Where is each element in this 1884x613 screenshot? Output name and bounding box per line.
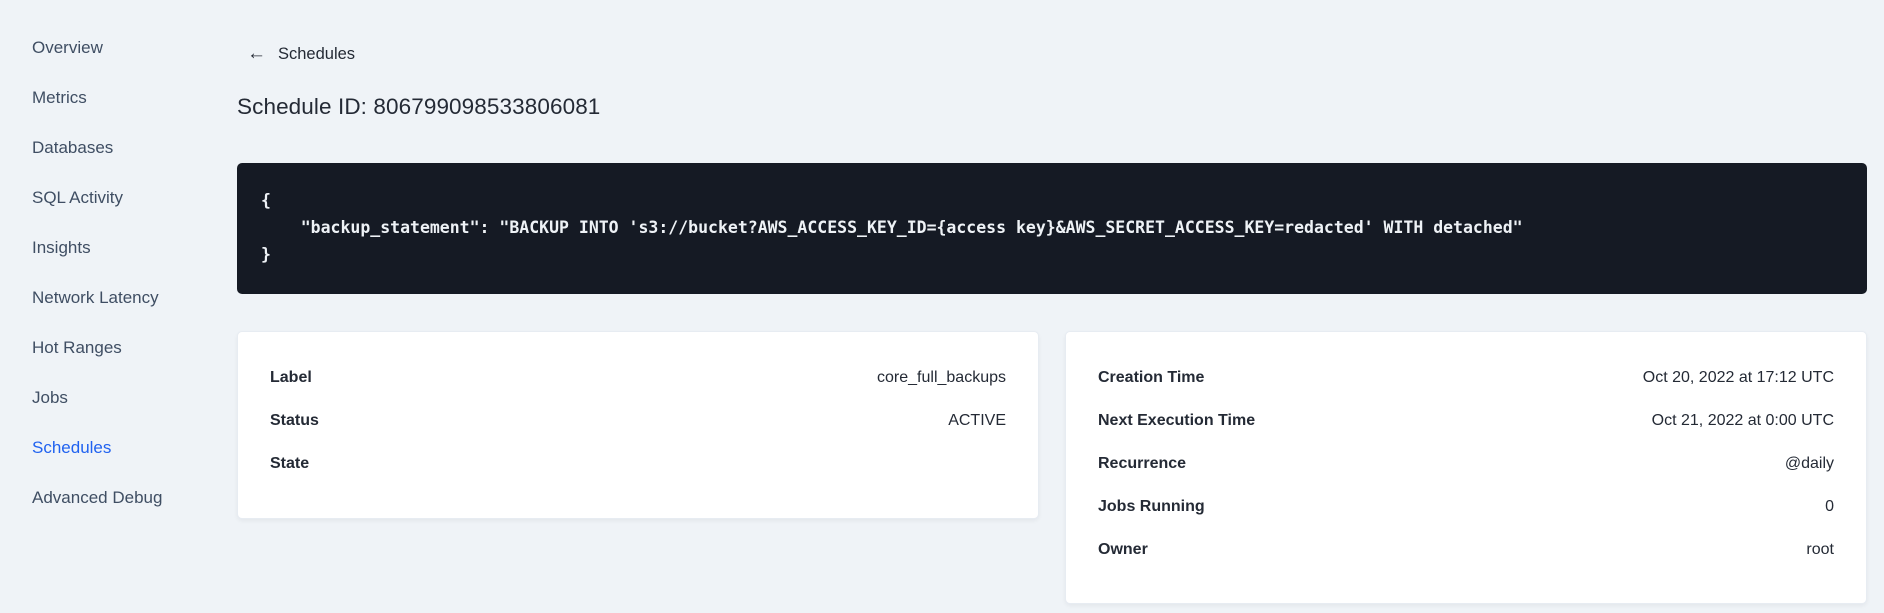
- label-value: core_full_backups: [877, 368, 1006, 386]
- sidebar-item-metrics[interactable]: Metrics: [0, 73, 210, 123]
- table-row: Jobs Running 0: [1098, 485, 1834, 528]
- schedule-definition-code-block: { "backup_statement": "BACKUP INTO 's3:/…: [237, 163, 1867, 294]
- sidebar-item-overview[interactable]: Overview: [0, 23, 210, 73]
- status-key: Status: [270, 411, 319, 429]
- owner-key: Owner: [1098, 540, 1148, 558]
- creation-time-key: Creation Time: [1098, 368, 1205, 386]
- table-row: Recurrence @daily: [1098, 442, 1834, 485]
- label-key: Label: [270, 368, 312, 386]
- next-execution-time-value: Oct 21, 2022 at 0:00 UTC: [1651, 411, 1834, 429]
- back-arrow-icon: ←: [247, 43, 266, 64]
- schedule-details-card: Label core_full_backups Status ACTIVE St…: [237, 331, 1039, 519]
- sidebar-item-databases[interactable]: Databases: [0, 123, 210, 173]
- sidebar-item-sql-activity[interactable]: SQL Activity: [0, 173, 210, 223]
- schedule-detail-page: ← Schedules Schedule ID: 806799098533806…: [237, 0, 1867, 604]
- back-to-schedules-button[interactable]: ← Schedules: [237, 43, 355, 65]
- jobs-running-value: 0: [1825, 497, 1834, 515]
- sidebar-item-network-latency[interactable]: Network Latency: [0, 273, 210, 323]
- sidebar-item-jobs[interactable]: Jobs: [0, 373, 210, 423]
- sidebar-item-advanced-debug[interactable]: Advanced Debug: [0, 473, 210, 523]
- sidebar: Overview Metrics Databases SQL Activity …: [0, 0, 210, 613]
- table-row: State: [270, 442, 1006, 485]
- table-row: Next Execution Time Oct 21, 2022 at 0:00…: [1098, 399, 1834, 442]
- recurrence-key: Recurrence: [1098, 454, 1187, 472]
- detail-cards-row: Label core_full_backups Status ACTIVE St…: [237, 331, 1867, 604]
- schedule-execution-card: Creation Time Oct 20, 2022 at 17:12 UTC …: [1065, 331, 1867, 604]
- jobs-running-key: Jobs Running: [1098, 497, 1205, 515]
- table-row: Owner root: [1098, 528, 1834, 571]
- sidebar-item-insights[interactable]: Insights: [0, 223, 210, 273]
- table-row: Label core_full_backups: [270, 356, 1006, 399]
- page-title: Schedule ID: 806799098533806081: [237, 94, 601, 119]
- status-value: ACTIVE: [948, 411, 1006, 429]
- next-execution-time-key: Next Execution Time: [1098, 411, 1256, 429]
- sidebar-item-hot-ranges[interactable]: Hot Ranges: [0, 323, 210, 373]
- owner-value: root: [1806, 540, 1834, 558]
- recurrence-value: @daily: [1784, 454, 1834, 472]
- creation-time-value: Oct 20, 2022 at 17:12 UTC: [1642, 368, 1834, 386]
- table-row: Creation Time Oct 20, 2022 at 17:12 UTC: [1098, 356, 1834, 399]
- table-row: Status ACTIVE: [270, 399, 1006, 442]
- backup-statement-code: { "backup_statement": "BACKUP INTO 's3:/…: [261, 191, 1523, 264]
- state-key: State: [270, 454, 310, 472]
- back-link-label: Schedules: [278, 44, 356, 63]
- sidebar-item-schedules[interactable]: Schedules: [0, 423, 210, 473]
